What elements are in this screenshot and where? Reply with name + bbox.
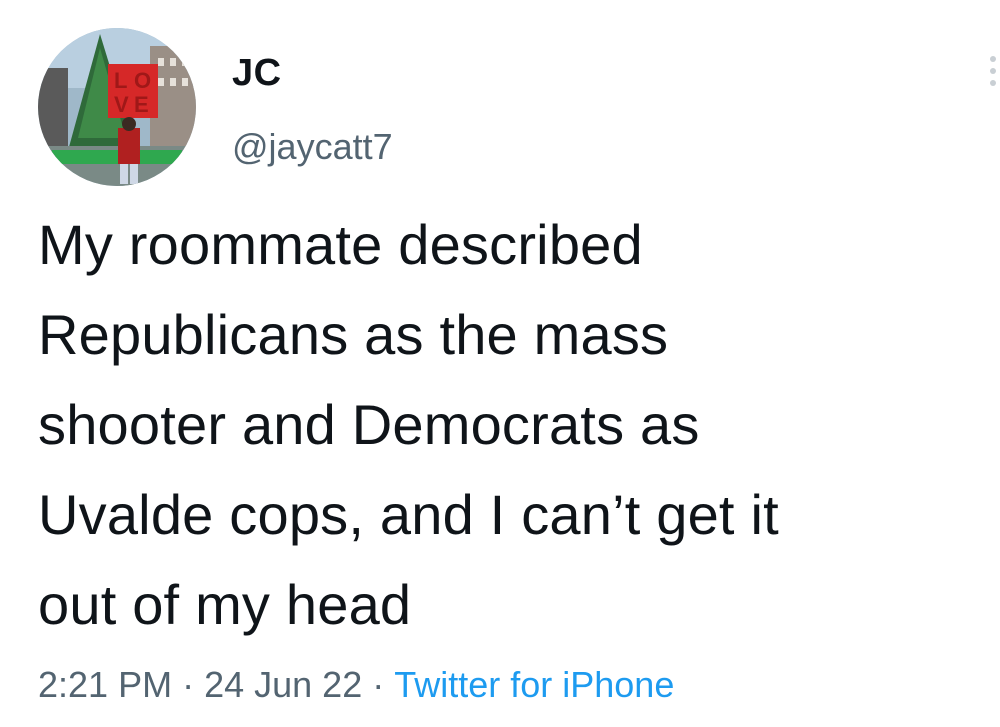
tweet-time[interactable]: 2:21 PM: [38, 664, 172, 705]
svg-text:L: L: [114, 68, 127, 93]
tweet-metadata: 2:21 PM · 24 Jun 22 · Twitter for iPhone: [38, 664, 674, 706]
tweet-card: L O V E JC @jaycatt7 My roommate describ…: [0, 0, 1000, 727]
tweet-text-line: Republicans as the mass: [38, 303, 669, 366]
tweet-text: My roommate described Republicans as the…: [38, 200, 988, 650]
tweet-source-link[interactable]: Twitter for iPhone: [394, 664, 674, 705]
tweet-text-line: out of my head: [38, 573, 412, 636]
tweet-date[interactable]: 24 Jun 22: [204, 664, 362, 705]
tweet-text-line: Uvalde cops, and I can’t get it: [38, 483, 779, 546]
more-dot: [990, 68, 996, 74]
avatar-image: L O V E: [38, 28, 196, 186]
meta-separator: ·: [182, 664, 195, 705]
more-dot: [990, 80, 996, 86]
svg-text:V: V: [114, 92, 129, 117]
svg-text:O: O: [134, 68, 151, 93]
tweet-text-line: My roommate described: [38, 213, 643, 276]
avatar[interactable]: L O V E: [38, 28, 196, 186]
tweet-text-line: shooter and Democrats as: [38, 393, 700, 456]
more-dot: [990, 56, 996, 62]
user-handle[interactable]: @jaycatt7: [232, 126, 393, 168]
svg-text:E: E: [134, 92, 149, 117]
more-options-icon[interactable]: [986, 56, 1000, 96]
display-name[interactable]: JC: [232, 52, 282, 95]
meta-separator: ·: [372, 664, 385, 705]
